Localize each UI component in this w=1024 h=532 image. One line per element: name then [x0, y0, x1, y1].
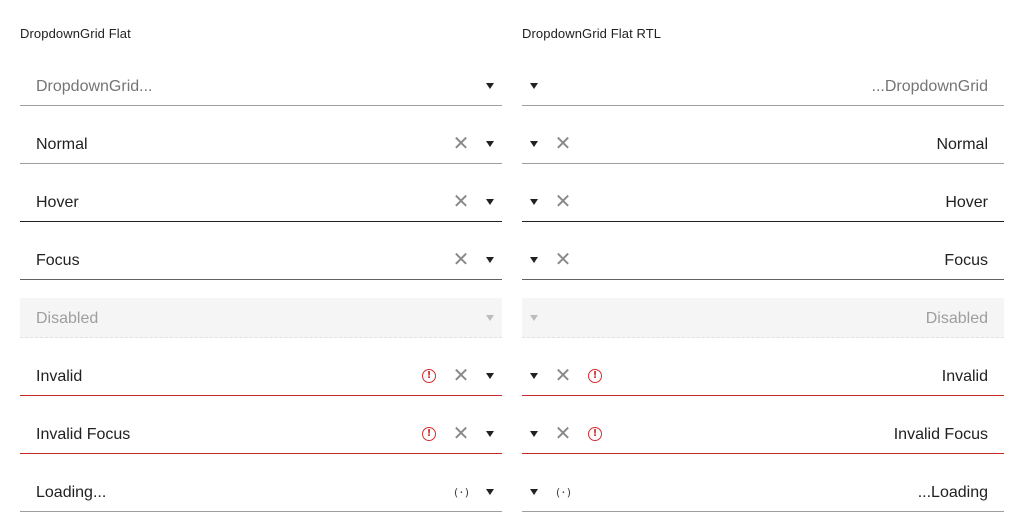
caret-down-icon[interactable]: [524, 424, 544, 444]
placeholder-text: DropdownGrid...: [36, 78, 153, 95]
placeholder-text: ...DropdownGrid: [871, 78, 989, 95]
dropdown-loading-rtl[interactable]: (·) ...Loading: [522, 472, 1004, 512]
dropdown-hover[interactable]: Hover ✕: [20, 182, 502, 222]
column-title: DropdownGrid Flat RTL: [522, 26, 662, 41]
selected-value: Focus: [36, 252, 80, 269]
caret-down-icon[interactable]: [524, 134, 544, 154]
dropdown-normal[interactable]: Normal ✕: [20, 124, 502, 164]
caret-down-icon: [524, 308, 544, 328]
close-icon[interactable]: ✕: [451, 134, 471, 154]
dropdown-invalid-rtl[interactable]: ✕ ! Invalid: [522, 356, 1004, 396]
close-icon[interactable]: ✕: [451, 424, 471, 444]
dropdown-disabled: Disabled: [20, 298, 502, 338]
caret-down-icon[interactable]: [480, 250, 500, 270]
selected-value: Disabled: [36, 310, 99, 327]
caret-down-icon[interactable]: [480, 192, 500, 212]
dropdown-invalid[interactable]: Invalid ! ✕: [20, 356, 502, 396]
close-icon[interactable]: ✕: [553, 250, 573, 270]
selected-value: Normal: [36, 136, 88, 153]
dropdown-focus-rtl[interactable]: ✕ Focus: [522, 240, 1004, 280]
caret-down-icon[interactable]: [480, 424, 500, 444]
caret-down-icon[interactable]: [524, 482, 544, 502]
selected-value: Invalid Focus: [36, 426, 131, 443]
caret-down-icon[interactable]: [480, 134, 500, 154]
selected-value: Hover: [945, 194, 988, 211]
close-icon[interactable]: ✕: [553, 424, 573, 444]
error-circle-icon: !: [585, 424, 605, 444]
caret-down-icon[interactable]: [524, 366, 544, 386]
caret-down-icon[interactable]: [524, 250, 544, 270]
close-icon[interactable]: ✕: [451, 366, 471, 386]
dropdown-focus[interactable]: Focus ✕: [20, 240, 502, 280]
column-title: DropdownGrid Flat: [20, 26, 131, 41]
close-icon[interactable]: ✕: [553, 134, 573, 154]
close-icon[interactable]: ✕: [553, 192, 573, 212]
selected-value: Loading...: [36, 484, 107, 501]
selected-value: Focus: [944, 252, 988, 269]
caret-down-icon[interactable]: [480, 76, 500, 96]
caret-down-icon[interactable]: [480, 366, 500, 386]
dropdown-placeholder-rtl[interactable]: ...DropdownGrid: [522, 66, 1004, 106]
caret-down-icon: [480, 308, 500, 328]
close-icon[interactable]: ✕: [553, 366, 573, 386]
caret-down-icon[interactable]: [524, 192, 544, 212]
selected-value: Hover: [36, 194, 79, 211]
error-circle-icon: !: [585, 366, 605, 386]
error-circle-icon: !: [419, 366, 439, 386]
error-circle-icon: !: [419, 424, 439, 444]
dropdown-hover-rtl[interactable]: ✕ Hover: [522, 182, 1004, 222]
dropdown-invalid-focus[interactable]: Invalid Focus ! ✕: [20, 414, 502, 454]
close-icon[interactable]: ✕: [451, 192, 471, 212]
close-icon[interactable]: ✕: [451, 250, 471, 270]
caret-down-icon[interactable]: [524, 76, 544, 96]
loading-spinner-icon: (·): [554, 485, 573, 499]
dropdown-invalid-focus-rtl[interactable]: ✕ ! Invalid Focus: [522, 414, 1004, 454]
dropdown-normal-rtl[interactable]: ✕ Normal: [522, 124, 1004, 164]
selected-value: Invalid Focus: [893, 426, 988, 443]
selected-value: Disabled: [925, 310, 988, 327]
caret-down-icon[interactable]: [480, 482, 500, 502]
selected-value: ...Loading: [917, 484, 988, 501]
selected-value: Normal: [936, 136, 988, 153]
dropdown-placeholder[interactable]: DropdownGrid...: [20, 66, 502, 106]
loading-spinner-icon: (·): [452, 485, 471, 499]
dropdown-loading[interactable]: Loading... (·): [20, 472, 502, 512]
dropdown-disabled-rtl: Disabled: [522, 298, 1004, 338]
selected-value: Invalid: [36, 368, 83, 385]
selected-value: Invalid: [941, 368, 988, 385]
